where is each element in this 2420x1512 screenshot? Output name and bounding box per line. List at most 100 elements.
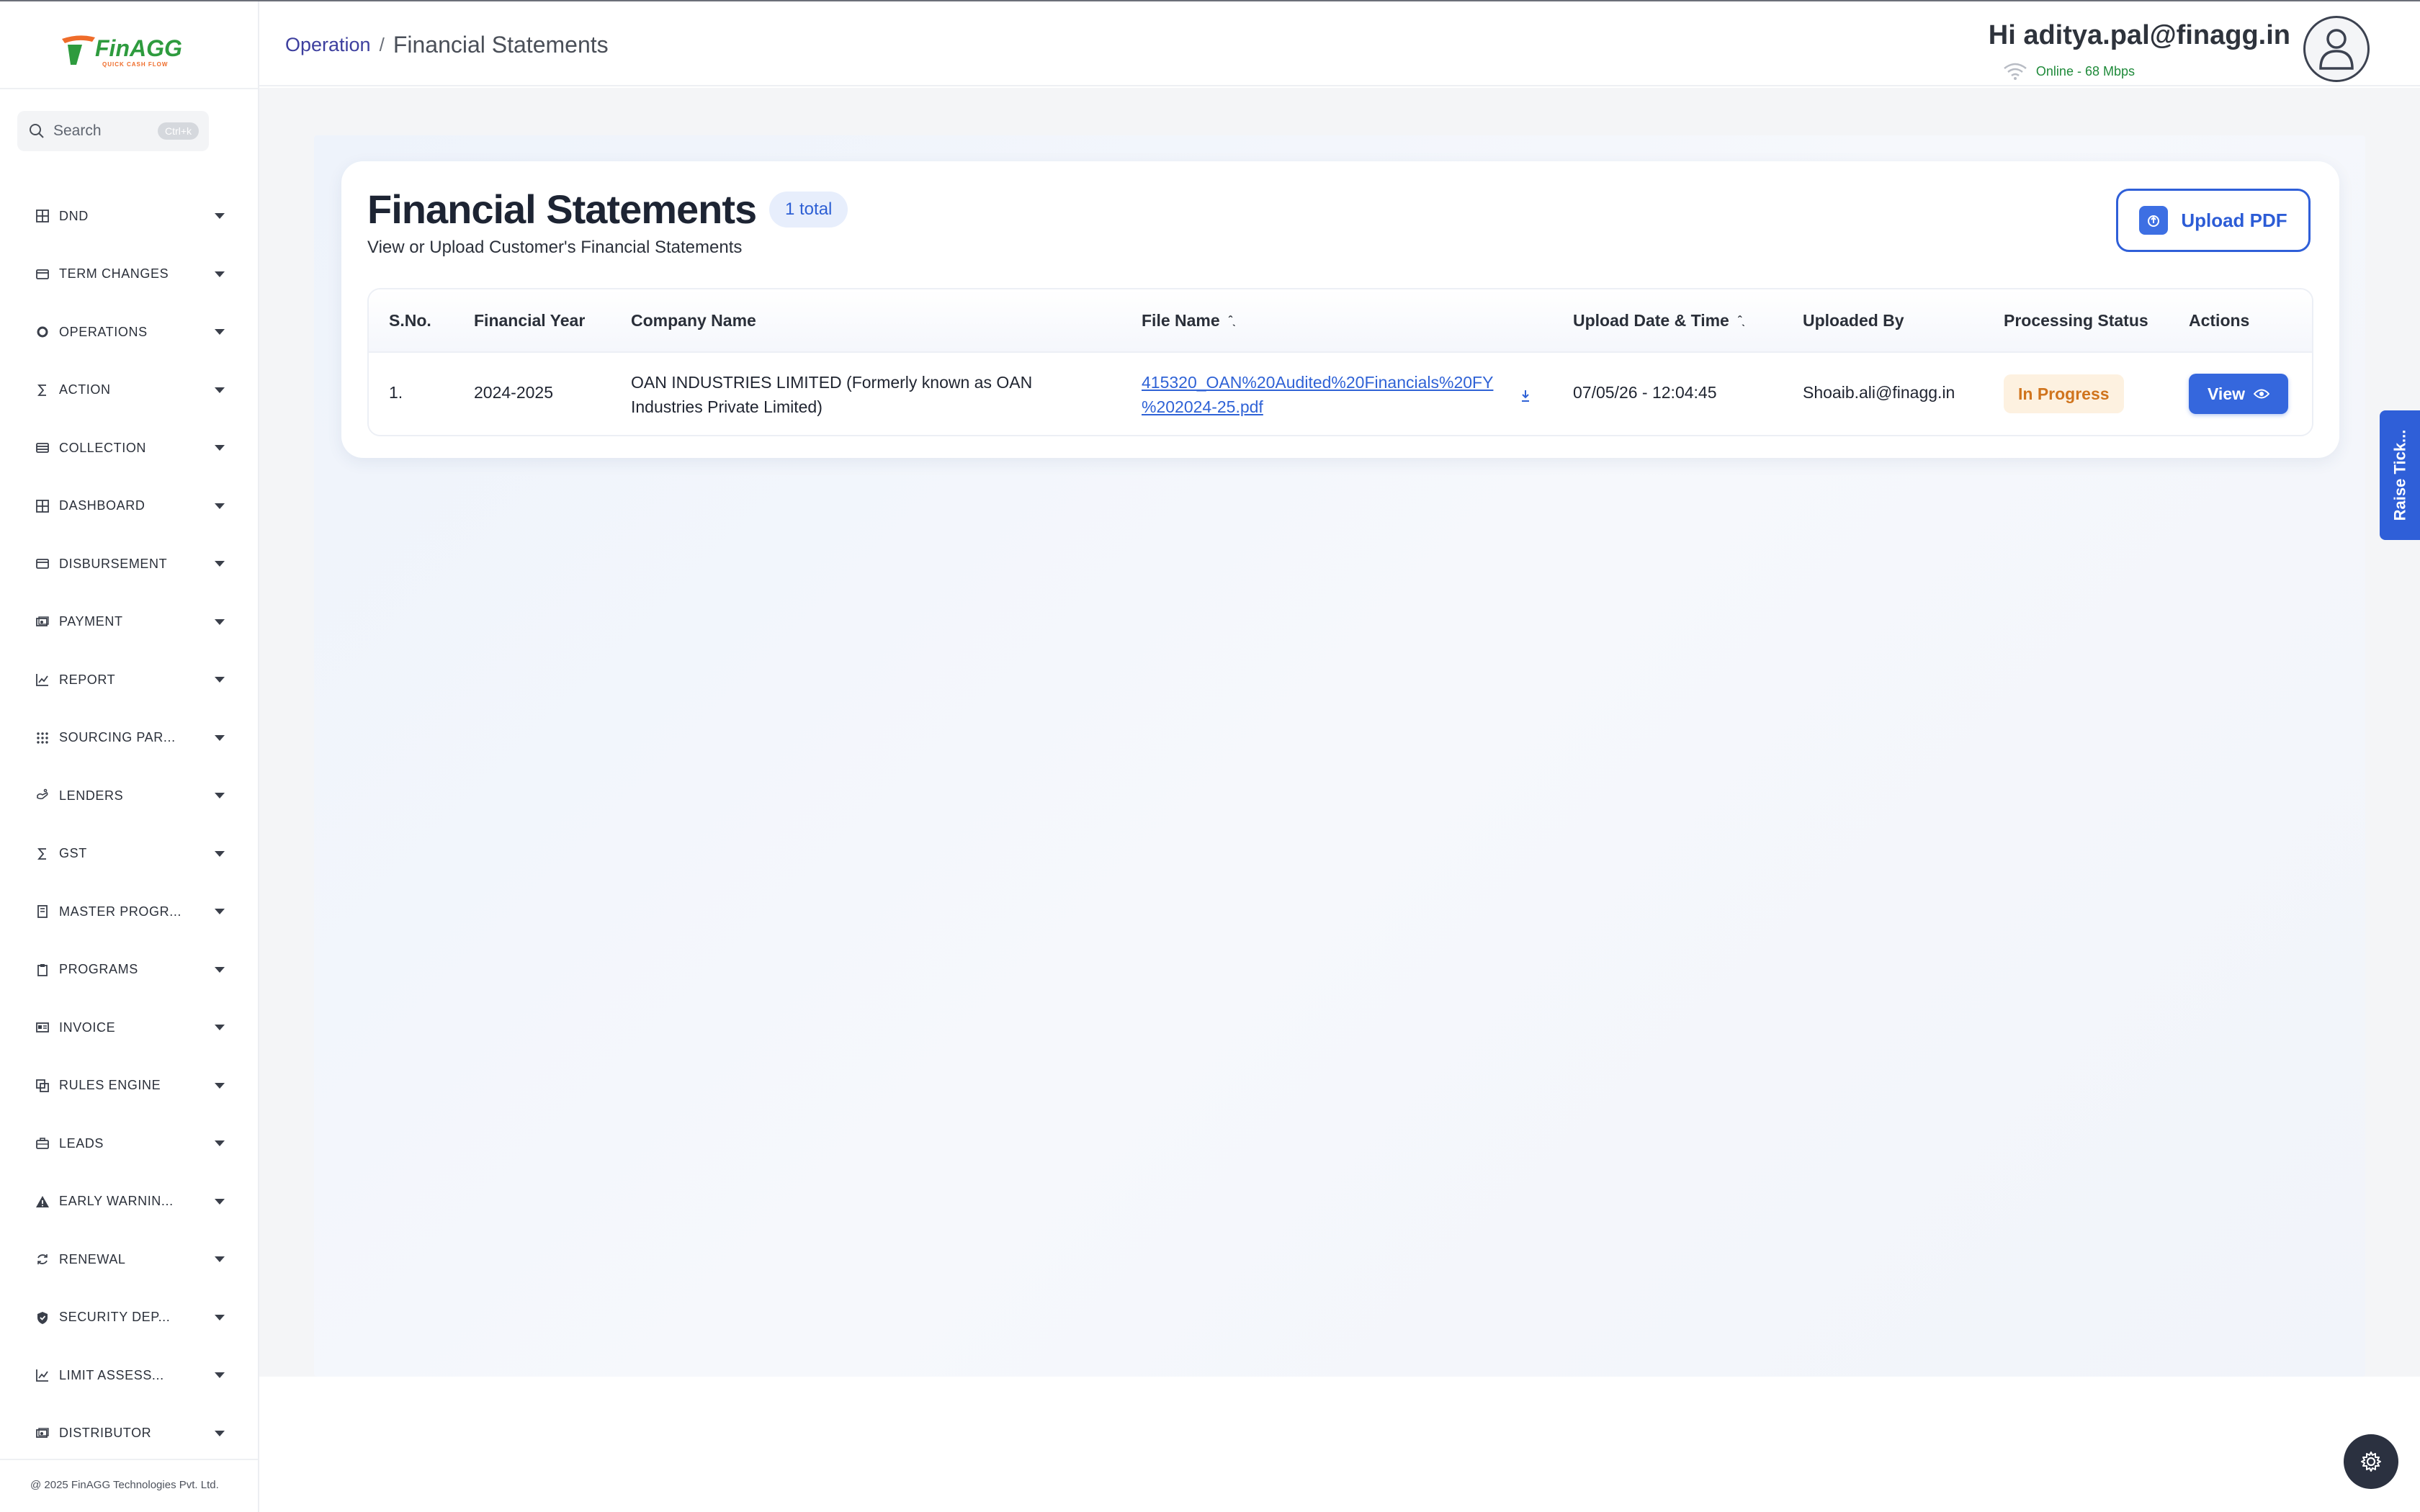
sidebar-item-dashboard[interactable]: DASHBOARD — [0, 477, 258, 536]
chevron-down-icon[interactable] — [215, 271, 225, 277]
search-shortcut-badge: Ctrl+k — [158, 122, 199, 140]
sidebar-item-label: TERM CHANGES — [59, 266, 169, 282]
sidebar-item-label: SECURITY DEP... — [59, 1310, 171, 1325]
user-avatar[interactable] — [2303, 16, 2370, 82]
sidebar-item-label: RULES ENGINE — [59, 1078, 161, 1093]
raise-ticket-tab[interactable]: Raise Tick... — [2380, 410, 2420, 540]
chevron-down-icon[interactable] — [215, 503, 225, 509]
search-icon — [27, 122, 46, 140]
chevron-down-icon[interactable] — [215, 793, 225, 799]
sidebar-item-distributor[interactable]: DISTRIBUTOR — [0, 1405, 258, 1463]
sidebar-item-payment[interactable]: PAYMENT — [0, 593, 258, 652]
chevron-down-icon[interactable] — [215, 966, 225, 973]
view-button-label: View — [2208, 384, 2245, 403]
sidebar-item-label: PROGRAMS — [59, 962, 138, 977]
company-name-line1: OAN INDUSTRIES LIMITED (Formerly known a… — [631, 373, 1033, 392]
sidebar-item-disbursement[interactable]: DISBURSEMENT — [0, 535, 258, 593]
sidebar-item-label: REPORT — [59, 672, 116, 687]
card-icon — [35, 556, 50, 572]
sidebar-item-label: LENDERS — [59, 788, 124, 803]
col-company-name: Company Name — [631, 311, 756, 330]
sort-icon[interactable]: ˆˎ — [1738, 315, 1746, 328]
sidebar-item-security-dep[interactable]: SECURITY DEP... — [0, 1289, 258, 1347]
chevron-down-icon[interactable] — [215, 387, 225, 393]
chevron-down-icon[interactable] — [215, 561, 225, 567]
col-upload-date[interactable]: Upload Date & Time ˆˎ — [1573, 311, 1746, 330]
sort-icon[interactable]: ˆˎ — [1229, 315, 1237, 328]
sidebar-item-label: COLLECTION — [59, 440, 147, 455]
sidebar-item-label: LEADS — [59, 1135, 104, 1151]
sidebar-item-label: MASTER PROGR... — [59, 904, 182, 919]
chevron-down-icon[interactable] — [215, 1430, 225, 1436]
file-name-line2: %202024-25.pdf — [1142, 397, 1263, 416]
chevron-down-icon[interactable] — [215, 618, 225, 625]
breadcrumb-separator: / — [379, 34, 385, 55]
chevron-down-icon[interactable] — [215, 734, 225, 741]
chevron-down-icon[interactable] — [215, 677, 225, 683]
sidebar-item-report[interactable]: REPORT — [0, 651, 258, 709]
file-name-link[interactable]: 415320_OAN%20Audited%20Financials%20FY %… — [1142, 370, 1493, 419]
chevron-down-icon[interactable] — [215, 1140, 225, 1147]
sidebar-item-label: INVOICE — [59, 1020, 116, 1035]
view-button[interactable]: View — [2189, 374, 2288, 414]
sidebar-item-label: SOURCING PAR... — [59, 730, 176, 745]
sidebar-item-action[interactable]: ACTION — [0, 361, 258, 420]
sidebar-item-dnd[interactable]: DND — [0, 187, 258, 246]
chevron-down-icon[interactable] — [215, 213, 225, 220]
money-icon — [35, 1426, 50, 1441]
grid-icon — [35, 498, 50, 514]
sidebar-item-renewal[interactable]: RENEWAL — [0, 1230, 258, 1289]
sidebar-item-label: DND — [59, 208, 89, 223]
sidebar-item-early-warnin[interactable]: EARLY WARNIN... — [0, 1173, 258, 1231]
chevron-down-icon[interactable] — [215, 1372, 225, 1379]
col-file-name[interactable]: File Name ˆˎ — [1142, 311, 1236, 330]
sidebar-item-gst[interactable]: GST — [0, 825, 258, 883]
sidebar-search[interactable]: Search Ctrl+k — [17, 111, 209, 151]
card-icon — [35, 266, 50, 282]
chevron-down-icon[interactable] — [215, 1314, 225, 1320]
settings-button[interactable] — [2344, 1434, 2398, 1489]
search-placeholder: Search — [53, 122, 102, 139]
chevron-down-icon[interactable] — [215, 445, 225, 451]
svg-text:FinAGG: FinAGG — [95, 35, 182, 61]
dots-grid-icon — [35, 730, 50, 746]
sidebar-item-programs[interactable]: PROGRAMS — [0, 941, 258, 999]
breadcrumb: Operation / Financial Statements — [285, 32, 609, 58]
sidebar-item-operations[interactable]: OPERATIONS — [0, 303, 258, 361]
upload-pdf-label: Upload PDF — [2181, 209, 2287, 231]
chevron-down-icon[interactable] — [215, 850, 225, 857]
cell-uploaded-by: Shoaib.ali@finagg.in — [1803, 383, 1955, 402]
money-icon — [35, 614, 50, 630]
sidebar-item-label: DISTRIBUTOR — [59, 1426, 152, 1441]
sidebar-item-invoice[interactable]: INVOICE — [0, 999, 258, 1057]
chevron-down-icon[interactable] — [215, 1198, 225, 1205]
copy-icon — [35, 1078, 50, 1094]
breadcrumb-operation-link[interactable]: Operation — [285, 34, 371, 56]
sidebar-item-leads[interactable]: LEADS — [0, 1115, 258, 1173]
sidebar-item-master-progr[interactable]: MASTER PROGR... — [0, 883, 258, 941]
chevron-down-icon[interactable] — [215, 1082, 225, 1089]
sidebar-item-rules-engine[interactable]: RULES ENGINE — [0, 1057, 258, 1115]
total-count-badge: 1 total — [769, 192, 848, 228]
sidebar-item-collection[interactable]: COLLECTION — [0, 419, 258, 477]
refresh-icon — [35, 1251, 50, 1267]
chevron-down-icon[interactable] — [215, 1256, 225, 1263]
sigma-icon — [35, 382, 50, 398]
sidebar-item-label: DASHBOARD — [59, 498, 145, 513]
company-name-line2: Industries Private Limited) — [631, 397, 823, 416]
chevron-down-icon[interactable] — [215, 329, 225, 336]
download-icon[interactable] — [1520, 389, 1531, 407]
sidebar-item-sourcing-par[interactable]: SOURCING PAR... — [0, 709, 258, 768]
copyright-text: @ 2025 FinAGG Technologies Pvt. Ltd. — [30, 1479, 219, 1491]
sidebar-item-term-changes[interactable]: TERM CHANGES — [0, 246, 258, 304]
upload-pdf-button[interactable]: Upload PDF — [2116, 189, 2311, 252]
cell-upload-datetime: 07/05/26 - 12:04:45 — [1573, 383, 1717, 402]
col-sno: S.No. — [389, 311, 431, 330]
sidebar-item-lenders[interactable]: LENDERS — [0, 767, 258, 825]
finagg-logo[interactable]: FinAGG QUICK CASH FLOW — [58, 29, 202, 71]
gear-icon — [2361, 1452, 2381, 1472]
sidebar-item-limit-assess[interactable]: LIMIT ASSESS... — [0, 1346, 258, 1405]
chevron-down-icon[interactable] — [215, 909, 225, 915]
chevron-down-icon[interactable] — [215, 1025, 225, 1031]
breadcrumb-current: Financial Statements — [393, 32, 609, 58]
